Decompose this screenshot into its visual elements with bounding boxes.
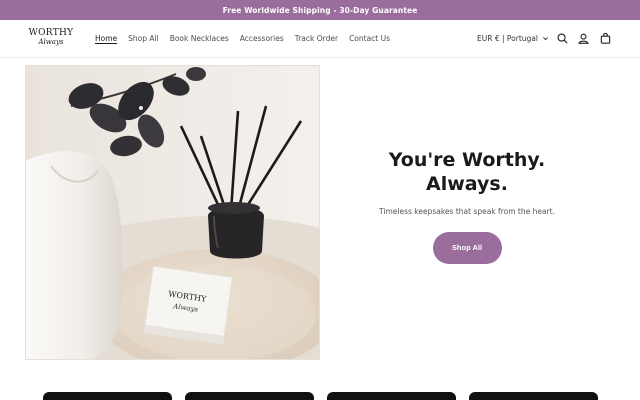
product-card[interactable] [185, 392, 314, 400]
nav-contact-us[interactable]: Contact Us [349, 34, 390, 43]
product-card[interactable] [327, 392, 456, 400]
locale-label: EUR € | Portugal [477, 34, 538, 43]
hero-photo-illustration: WORTHY Always [26, 66, 319, 359]
main-nav: Home Shop All Book Necklaces Accessories… [95, 34, 401, 43]
announcement-bar: Free Worldwide Shipping - 30-Day Guarant… [0, 0, 640, 20]
nav-shop-all[interactable]: Shop All [128, 34, 159, 43]
search-icon[interactable] [556, 32, 569, 45]
logo-line2: Always [38, 38, 64, 46]
logo-line1: WORTHY [28, 28, 74, 38]
hero-subtitle: Timeless keepsakes that speak from the h… [379, 207, 555, 216]
nav-accessories[interactable]: Accessories [240, 34, 284, 43]
hero-image: WORTHY Always [25, 65, 320, 360]
hero-text-block: You're Worthy. Always. Timeless keepsake… [338, 148, 596, 264]
product-card[interactable] [469, 392, 598, 400]
shop-all-button[interactable]: Shop All [432, 232, 502, 264]
hero-title-line1: You're Worthy. [388, 149, 546, 171]
chevron-down-icon [543, 37, 548, 41]
locale-selector[interactable]: EUR € | Portugal [477, 34, 549, 43]
product-card[interactable] [43, 392, 172, 400]
account-icon[interactable] [577, 32, 590, 45]
product-cards-row [43, 392, 599, 400]
site-header: WORTHY Always Home Shop All Book Necklac… [0, 20, 640, 58]
logo[interactable]: WORTHY Always [27, 28, 75, 52]
nav-book-necklaces[interactable]: Book Necklaces [170, 34, 229, 43]
announcement-text: Free Worldwide Shipping - 30-Day Guarant… [222, 5, 418, 15]
cart-icon[interactable] [599, 32, 612, 45]
nav-track-order[interactable]: Track Order [295, 34, 338, 43]
hero-title-line2: Always. [426, 173, 508, 195]
nav-home[interactable]: Home [95, 34, 117, 43]
